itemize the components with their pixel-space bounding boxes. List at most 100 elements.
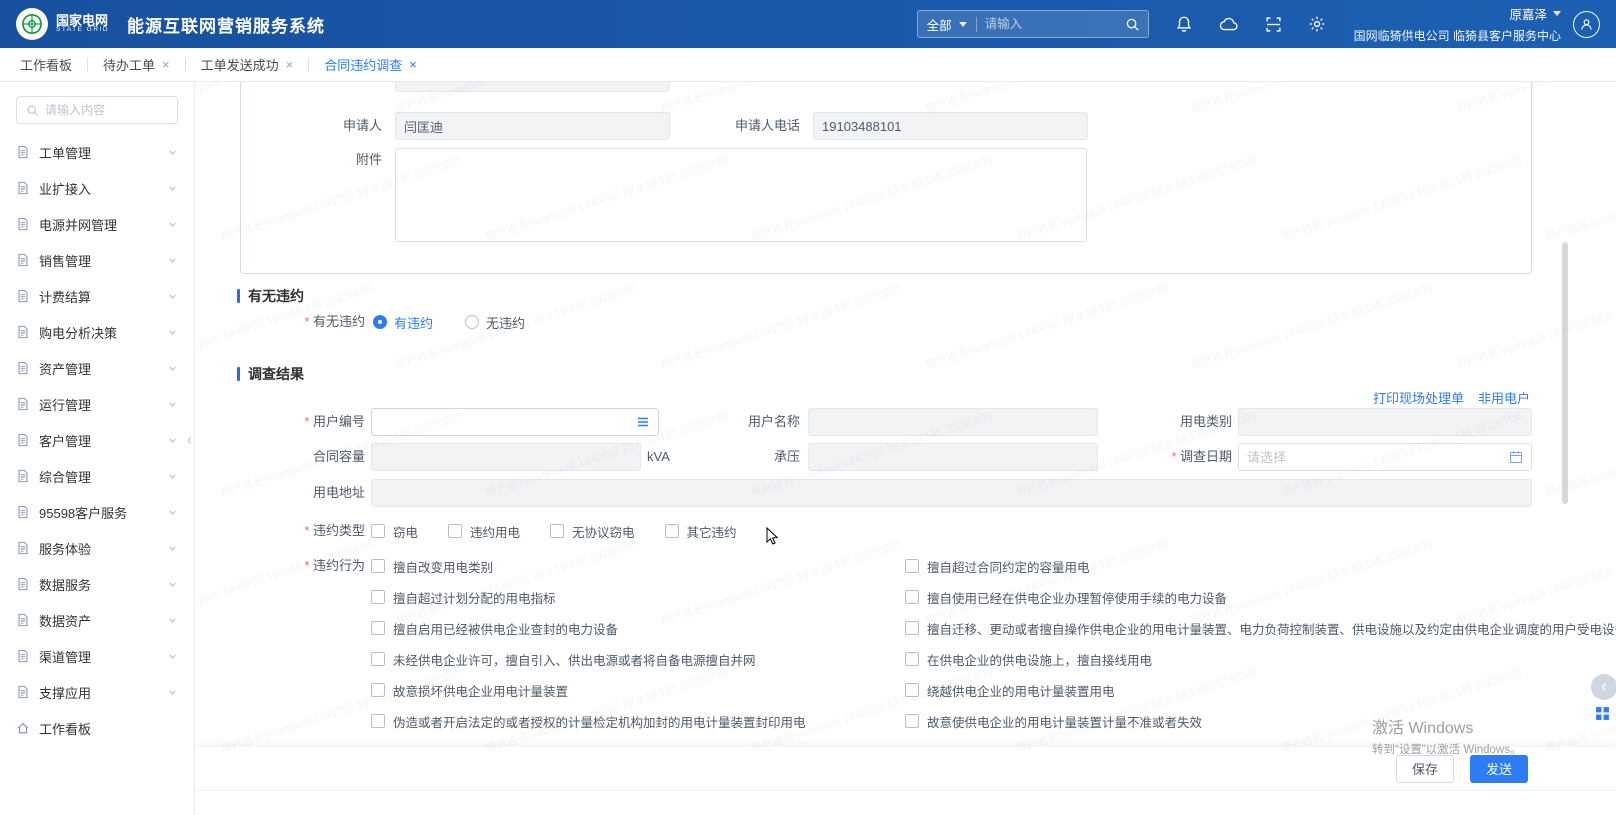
cloud-icon[interactable] xyxy=(1219,16,1239,32)
survey-date-input[interactable] xyxy=(1247,450,1503,465)
address-label: 用电地址 xyxy=(265,479,365,507)
applicant-phone-input[interactable] xyxy=(822,119,1079,134)
power-type-field xyxy=(1238,408,1532,436)
sidebar-item-operation-mgmt[interactable]: 运行管理 xyxy=(0,386,194,422)
avatar[interactable] xyxy=(1573,11,1600,38)
sidebar-item-work-order-mgmt[interactable]: 工单管理 xyxy=(0,134,194,170)
document-icon xyxy=(16,217,30,231)
radio-has-breach[interactable]: 有违约 xyxy=(373,313,433,332)
gear-icon[interactable] xyxy=(1308,15,1326,33)
vertical-scrollbar[interactable] xyxy=(1562,242,1568,504)
windows-activation-title: 激活 Windows xyxy=(1372,714,1522,738)
behavior-checkbox-left-6[interactable]: 伪造或者开启法定的或者授权的计量检定机构加封的用电计量装置封印用电 xyxy=(371,711,806,731)
behavior-checkbox-right-6[interactable]: 故意使供电企业的用电计量装置计量不准或者失效 xyxy=(905,711,1202,731)
document-icon xyxy=(16,613,30,627)
user-no-field xyxy=(371,408,659,436)
sidebar: 工单管理 业扩接入 电源并网管理 销售管理 计费结算 购电分析决策 资产管理 运… xyxy=(0,82,195,815)
user-name-input[interactable] xyxy=(817,415,1089,430)
tab-contract-breach-survey[interactable]: 合同违约调查 xyxy=(324,55,417,74)
behavior-checkbox-right-3[interactable]: 擅自迁移、更动或者擅自操作供电企业的用电计量装置、电力负荷控制装置、供电设施以及… xyxy=(905,618,1616,638)
user-no-input[interactable] xyxy=(380,415,630,430)
sidebar-item-billing[interactable]: 计费结算 xyxy=(0,278,194,314)
sidebar-item-data-asset[interactable]: 数据资产 xyxy=(0,602,194,638)
behavior-checkbox-left-1[interactable]: 擅自改变用电类别 xyxy=(371,556,493,576)
sidebar-collapse-handle[interactable] xyxy=(182,420,196,460)
capacity-input[interactable] xyxy=(380,450,632,465)
sidebar-item-label: 客户管理 xyxy=(39,431,91,450)
global-search-input[interactable] xyxy=(977,17,1125,31)
calendar-icon[interactable] xyxy=(1509,450,1523,464)
breach-type-group: 窃电 违约用电 无协议窃电 其它违约 xyxy=(371,521,737,541)
power-type-input[interactable] xyxy=(1247,415,1523,430)
sidebar-item-general-mgmt[interactable]: 综合管理 xyxy=(0,458,194,494)
radio-label: 有违约 xyxy=(394,313,433,332)
scan-icon[interactable] xyxy=(1265,16,1282,33)
panel-toggle-button[interactable] xyxy=(1591,674,1616,700)
behavior-checkbox-right-2[interactable]: 擅自使用已经在供电企业办理暂停使用手续的电力设备 xyxy=(905,587,1227,607)
user-name-label: 用户名称 xyxy=(700,408,800,436)
send-button[interactable]: 发送 xyxy=(1470,755,1528,783)
bell-icon[interactable] xyxy=(1175,15,1193,33)
behavior-checkbox-left-4[interactable]: 未经供电企业许可，擅自引入、供出电源或者将自备电源擅自并网 xyxy=(371,649,756,669)
non-power-user-link[interactable]: 非用电户 xyxy=(1478,389,1530,409)
sidebar-item-sales-mgmt[interactable]: 销售管理 xyxy=(0,242,194,278)
sidebar-item-service-experience[interactable]: 服务体验 xyxy=(0,530,194,566)
address-input[interactable] xyxy=(380,486,1523,501)
sidebar-item-customer-mgmt[interactable]: 客户管理 xyxy=(0,422,194,458)
sidebar-item-expansion-access[interactable]: 业扩接入 xyxy=(0,170,194,206)
type-checkbox-breach-use[interactable]: 违约用电 xyxy=(448,521,520,541)
sidebar-item-data-service[interactable]: 数据服务 xyxy=(0,566,194,602)
behavior-checkbox-left-2[interactable]: 擅自超过计划分配的用电指标 xyxy=(371,587,556,607)
sidebar-item-label: 综合管理 xyxy=(39,467,91,486)
search-icon xyxy=(26,104,39,117)
behavior-checkbox-left-3[interactable]: 擅自启用已经被供电企业查封的电力设备 xyxy=(371,618,618,638)
radio-label: 无违约 xyxy=(486,313,525,332)
sidebar-item-support-apps[interactable]: 支撑应用 xyxy=(0,674,194,710)
list-picker-icon[interactable] xyxy=(636,415,650,429)
document-icon xyxy=(16,505,30,519)
attachment-box[interactable] xyxy=(395,148,1087,242)
checkbox-icon xyxy=(905,683,919,697)
close-icon[interactable] xyxy=(162,58,170,71)
global-search: 全部 xyxy=(917,10,1149,38)
grid-widget-icon[interactable] xyxy=(1595,706,1610,721)
print-scene-form-link[interactable]: 打印现场处理单 xyxy=(1373,389,1464,409)
sidebar-item-asset-mgmt[interactable]: 资产管理 xyxy=(0,350,194,386)
document-icon xyxy=(16,577,30,591)
applicant-input[interactable] xyxy=(404,119,661,134)
behavior-checkbox-right-4[interactable]: 在供电企业的供电设施上，擅自接线用电 xyxy=(905,649,1152,669)
save-button[interactable]: 保存 xyxy=(1396,755,1454,783)
type-checkbox-other[interactable]: 其它违约 xyxy=(665,521,737,541)
sidebar-item-work-board-home[interactable]: 工作看板 xyxy=(0,710,194,746)
state-grid-logo-icon xyxy=(16,8,48,40)
voltage-field xyxy=(808,443,1098,471)
sidebar-item-label: 购电分析决策 xyxy=(39,323,117,342)
survey-links: 打印现场处理单 非用电户 xyxy=(1373,389,1530,409)
sidebar-item-purchase-analysis[interactable]: 购电分析决策 xyxy=(0,314,194,350)
close-icon[interactable] xyxy=(409,58,417,71)
sidebar-search-input[interactable] xyxy=(45,103,168,117)
main-content: 申请人 申请人电话 附件 有无违约 有无违约 有违约 无违约 调查结果 打印现场… xyxy=(195,82,1616,815)
tab-order-sent[interactable]: 工单发送成功 xyxy=(201,55,294,74)
radio-no-breach[interactable]: 无违约 xyxy=(465,313,525,332)
user-menu[interactable]: 原嘉泽 xyxy=(1509,4,1561,23)
behavior-checkbox-right-5[interactable]: 绕越供电企业的用电计量装置用电 xyxy=(905,680,1115,700)
search-category-select[interactable]: 全部 xyxy=(918,15,976,34)
breach-field-label: 有无违约 xyxy=(265,312,365,332)
sidebar-item-grid-connection[interactable]: 电源并网管理 xyxy=(0,206,194,242)
windows-activation-notice: 激活 Windows 转到“设置”以激活 Windows。 xyxy=(1372,714,1522,757)
tab-todo-orders[interactable]: 待办工单 xyxy=(103,55,170,74)
tab-label: 合同违约调查 xyxy=(324,55,402,74)
sidebar-item-label: 渠道管理 xyxy=(39,647,91,666)
close-icon[interactable] xyxy=(286,58,294,71)
search-icon[interactable] xyxy=(1125,17,1140,32)
type-checkbox-no-agreement[interactable]: 无协议窃电 xyxy=(550,521,635,541)
tab-work-board[interactable]: 工作看板 xyxy=(20,55,72,74)
behavior-checkbox-left-5[interactable]: 故意损坏供电企业用电计量装置 xyxy=(371,680,568,700)
behavior-checkbox-right-1[interactable]: 擅自超过合同约定的容量用电 xyxy=(905,556,1090,576)
sidebar-item-95598-service[interactable]: 95598客户服务 xyxy=(0,494,194,530)
cropped-top-input[interactable] xyxy=(404,82,661,86)
sidebar-item-channel-mgmt[interactable]: 渠道管理 xyxy=(0,638,194,674)
voltage-input[interactable] xyxy=(817,450,1089,465)
type-checkbox-steal-power[interactable]: 窃电 xyxy=(371,521,418,541)
